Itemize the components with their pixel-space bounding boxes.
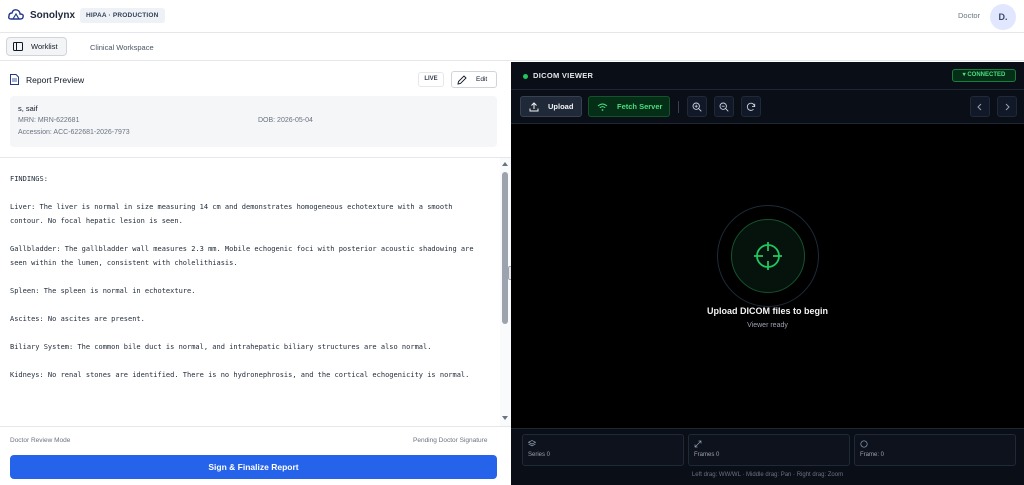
frame-stat: Frame: 0: [854, 434, 1016, 466]
report-paragraph: Kidneys: No renal stones are identified.…: [10, 371, 470, 379]
scrollbar-thumb[interactable]: [502, 172, 508, 324]
document-icon: [10, 74, 19, 85]
edit-label: Edit: [476, 76, 488, 83]
next-button[interactable]: [997, 96, 1017, 117]
reset-view-button[interactable]: [741, 96, 761, 117]
zoom-out-icon: [719, 102, 729, 112]
brand[interactable]: Sonolynx: [8, 8, 75, 22]
report-text-area[interactable]: FINDINGS: Liver: The liver is normal in …: [0, 158, 500, 426]
report-title: Report Preview: [10, 74, 84, 85]
controls-hint: Left drag: WW/WL · Middle drag: Pan · Ri…: [691, 472, 844, 478]
report-paragraph: Ascites: No ascites are present.: [10, 315, 145, 323]
sign-finalize-button[interactable]: Sign & Finalize Report: [10, 455, 497, 479]
empty-state-title: Upload DICOM files to begin: [707, 306, 828, 316]
report-paragraph: Spleen: The spleen is normal in echotext…: [10, 287, 196, 295]
previous-button[interactable]: [970, 96, 990, 117]
scroll-up-arrow-icon[interactable]: [502, 162, 508, 166]
pencil-icon: [457, 74, 467, 85]
patient-mrn: MRN: MRN-622681: [18, 117, 80, 124]
frames-count: Frames 0: [694, 452, 720, 458]
patient-card: s, saif MRN: MRN-622681 DOB: 2026-05-04 …: [10, 96, 497, 147]
series-count: Series 0: [528, 452, 551, 458]
upload-icon: [529, 101, 539, 111]
chevron-left-icon: [977, 103, 982, 110]
chevron-down-icon: ▾: [962, 72, 966, 78]
report-paragraph: Gallbladder: The gallbladder wall measur…: [10, 245, 474, 267]
report-paragraph: Biliary System: The common bile duct is …: [10, 343, 432, 351]
layers-icon: [528, 440, 536, 447]
report-paragraph: FINDINGS:: [10, 175, 48, 183]
patient-accession: Accession: ACC-622681-2026-7973: [18, 129, 130, 136]
connection-status-badge: ▾ CONNECTED: [952, 69, 1016, 82]
frames-stat: Frames 0: [688, 434, 850, 466]
viewer-footer: Series 0 Frames 0 Frame: 0 Left drag: WW…: [511, 428, 1024, 485]
report-footer: Doctor Review Mode Pending Doctor Signat…: [0, 426, 511, 485]
avatar[interactable]: D.: [990, 4, 1016, 30]
fetch-server-label: Fetch Server: [617, 102, 663, 111]
report-panel: Report Preview LIVE Edit s, saif MRN: MR…: [0, 62, 511, 485]
dicom-viewer: DICOM VIEWER ▾ CONNECTED Upload Fetch Se…: [511, 62, 1024, 485]
environment-badge: HIPAA · PRODUCTION: [80, 8, 165, 23]
empty-state-subtitle: Viewer ready: [747, 322, 788, 329]
scroll-down-arrow-icon[interactable]: [502, 416, 508, 420]
connection-status-label: CONNECTED: [967, 72, 1006, 78]
viewer-title: DICOM VIEWER: [533, 71, 594, 80]
expand-icon: [694, 440, 702, 448]
report-title-label: Report Preview: [26, 74, 85, 85]
report-paragraph: Liver: The liver is normal in size measu…: [10, 203, 453, 225]
crosshair-icon: [754, 242, 782, 270]
series-stat: Series 0: [522, 434, 684, 466]
live-button[interactable]: LIVE: [418, 72, 444, 87]
report-header: Report Preview LIVE Edit s, saif MRN: MR…: [0, 62, 511, 158]
tab-worklist[interactable]: Worklist: [6, 37, 67, 56]
status-dot-icon: [523, 74, 528, 79]
zoom-in-icon: [692, 102, 702, 112]
top-bar: Sonolynx HIPAA · PRODUCTION Doctor D.: [0, 0, 1024, 33]
current-frame: Frame: 0: [860, 452, 885, 458]
zoom-out-button[interactable]: [714, 96, 734, 117]
cloud-logo-icon: [8, 9, 24, 20]
tab-worklist-label: Worklist: [31, 42, 58, 51]
sidebar-toggle-icon: [13, 42, 23, 51]
tab-clinical-workspace[interactable]: Clinical Workspace: [90, 43, 154, 52]
review-mode-label: Doctor Review Mode: [10, 437, 71, 444]
edit-button[interactable]: Edit: [451, 71, 497, 88]
user-role: Doctor: [958, 11, 981, 20]
chevron-right-icon: [1005, 103, 1010, 110]
zoom-in-button[interactable]: [687, 96, 707, 117]
patient-dob: DOB: 2026-05-04: [258, 117, 313, 124]
patient-name: s, saif: [18, 104, 38, 113]
signature-status: Pending Doctor Signature: [413, 437, 488, 444]
wifi-icon: [597, 103, 608, 111]
viewer-toolbar: Upload Fetch Server: [511, 90, 1024, 124]
toolbar-divider: [678, 101, 679, 113]
circle-icon: [860, 440, 868, 448]
refresh-icon: [746, 102, 756, 111]
fetch-server-button[interactable]: Fetch Server: [588, 96, 670, 117]
nav-bar: Worklist Clinical Workspace: [0, 33, 1024, 61]
brand-name: Sonolynx: [30, 9, 76, 21]
upload-label: Upload: [548, 102, 574, 111]
viewer-stage[interactable]: Upload DICOM files to begin Viewer ready: [511, 124, 1024, 428]
viewer-header: DICOM VIEWER ▾ CONNECTED: [511, 62, 1024, 90]
upload-button[interactable]: Upload: [520, 96, 582, 117]
